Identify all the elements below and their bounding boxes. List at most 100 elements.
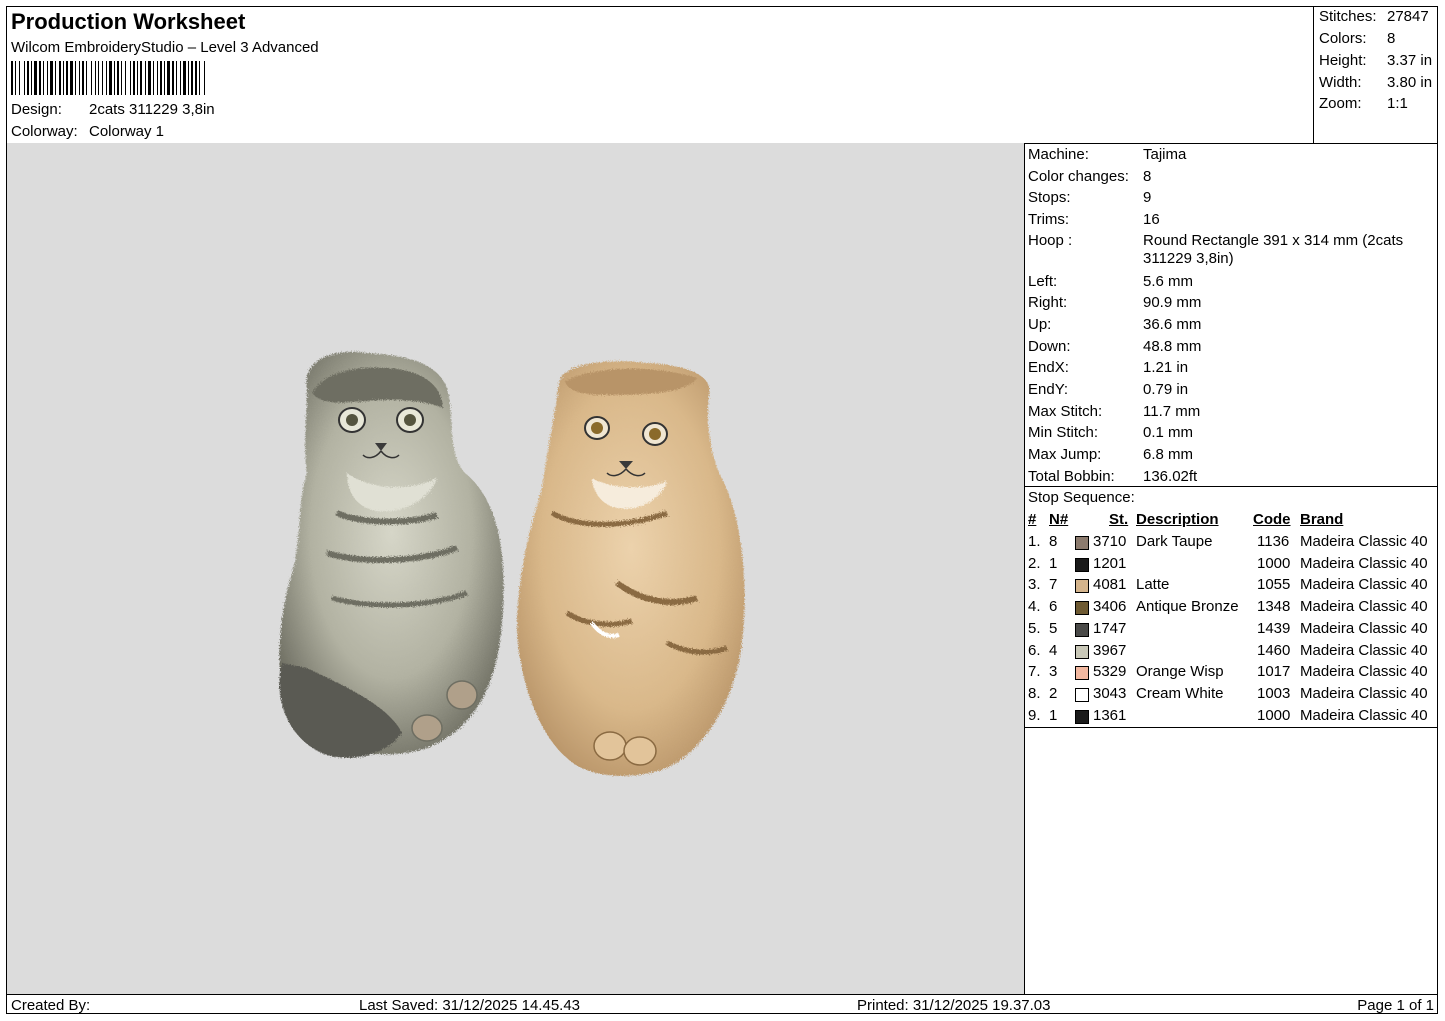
barcode-bar — [19, 61, 20, 95]
stop-num: 3. — [1028, 576, 1041, 594]
barcode-bar — [27, 61, 29, 95]
machine-info-label: Right: — [1028, 294, 1068, 311]
barcode-bar — [176, 61, 177, 95]
thread-number: 1747 — [1093, 619, 1127, 637]
thread-brand: Madeira Classic 40 — [1300, 619, 1428, 637]
machine-info-value: 5.6 mm — [1143, 273, 1194, 290]
thread-color-swatch — [1075, 601, 1089, 616]
needle-num: 2 — [1049, 684, 1058, 702]
page-number: Page 1 of 1 — [1357, 997, 1434, 1014]
stat-label: Height: — [1319, 52, 1367, 69]
stat-zoom: Zoom: 1:1 — [1319, 95, 1437, 115]
thread-description: Cream White — [1136, 684, 1224, 702]
stat-value: 3.37 in — [1387, 52, 1433, 69]
stop-num: 7. — [1028, 663, 1041, 681]
thread-code: 1439 — [1257, 619, 1291, 637]
stop-sequence-row: 9. 1 1361 1000 Madeira Classic 40 — [1025, 707, 1438, 729]
thread-brand: Madeira Classic 40 — [1300, 598, 1428, 616]
thread-code: 1348 — [1257, 598, 1291, 616]
tan-cat-figure — [517, 361, 745, 776]
machine-info-label: Max Stitch: — [1028, 403, 1103, 420]
barcode-bar — [204, 61, 205, 95]
barcode-bar — [34, 61, 37, 95]
barcode — [11, 61, 205, 95]
needle-num: 1 — [1049, 706, 1058, 724]
barcode-bar — [98, 61, 99, 95]
barcode-bar — [102, 61, 103, 95]
thread-color-swatch — [1075, 579, 1089, 594]
stop-sequence-row: 7. 3 5329 Orange Wisp 1017 Madeira Classic 40 — [1025, 663, 1438, 685]
machine-info-label: Stops: — [1028, 189, 1071, 206]
stop-sequence-title: Stop Sequence: — [1028, 489, 1135, 506]
machine-info-value: 8 — [1143, 168, 1152, 185]
col-header-code: Code — [1253, 511, 1291, 528]
barcode-bar — [31, 61, 32, 95]
colorway-value: Colorway 1 — [89, 123, 165, 140]
thread-description: Dark Taupe — [1136, 533, 1213, 550]
thread-color-swatch — [1075, 666, 1089, 681]
barcode-bar — [24, 61, 25, 95]
machine-info-label: Color changes: — [1028, 168, 1129, 185]
stop-num: 9. — [1028, 706, 1041, 724]
machine-info-value: 90.9 mm — [1143, 294, 1202, 311]
barcode-bar — [125, 61, 126, 95]
stat-colors: Colors: 8 — [1319, 30, 1437, 50]
stop-sequence-row: 3. 7 4081 Latte 1055 Madeira Classic 40 — [1025, 576, 1438, 598]
thread-color-swatch — [1075, 644, 1089, 659]
barcode-bar — [55, 61, 56, 95]
needle-num: 8 — [1049, 533, 1058, 550]
machine-info-label: Left: — [1028, 273, 1058, 290]
needle-num: 7 — [1049, 576, 1058, 594]
thread-brand: Madeira Classic 40 — [1300, 533, 1428, 550]
col-header-num: # — [1028, 511, 1037, 528]
barcode-bar — [106, 61, 107, 95]
needle-num: 6 — [1049, 598, 1058, 616]
worksheet-title: Production Worksheet — [11, 9, 246, 34]
barcode-bar — [109, 61, 112, 95]
barcode-bar — [63, 61, 64, 95]
needle-num: 3 — [1049, 663, 1058, 681]
stop-sequence-row: 8. 2 3043 Cream White 1003 Madeira Classic 40 — [1025, 685, 1438, 707]
machine-info-label: Min Stitch: — [1028, 424, 1099, 441]
stat-stitches: Stitches: 27847 — [1319, 8, 1437, 28]
machine-info-value: Round Rectangle 391 x 314 mm (2cats 3112… — [1143, 232, 1404, 267]
machine-info-value: 0.79 in — [1143, 381, 1189, 398]
stat-width: Width: 3.80 in — [1319, 74, 1437, 94]
needle-num: 4 — [1049, 641, 1058, 659]
barcode-bar — [130, 61, 131, 95]
barcode-bar — [79, 61, 80, 95]
barcode-bar — [121, 61, 122, 95]
thread-number: 3406 — [1093, 598, 1127, 616]
stop-num: 2. — [1028, 554, 1041, 572]
barcode-bar — [50, 61, 53, 95]
embroidery-preview-image — [279, 351, 745, 776]
machine-info-label: Trims: — [1028, 211, 1070, 228]
machine-info-value: 6.8 mm — [1143, 446, 1194, 463]
thread-code: 1136 — [1257, 533, 1290, 550]
thread-brand: Madeira Classic 40 — [1300, 706, 1428, 724]
thread-brand: Madeira Classic 40 — [1300, 641, 1428, 659]
barcode-bar — [172, 61, 174, 95]
barcode-bar — [160, 61, 162, 95]
machine-info-value: 9 — [1143, 189, 1152, 206]
machine-info-value: 36.6 mm — [1143, 316, 1202, 333]
thread-brand: Madeira Classic 40 — [1300, 663, 1428, 681]
thread-code: 1003 — [1257, 684, 1291, 702]
design-label: Design: — [11, 101, 62, 118]
stats-box: Stitches: 27847 Colors: 8 Height: 3.37 i… — [1313, 7, 1438, 143]
barcode-bar — [167, 61, 170, 95]
thread-code: 1460 — [1257, 641, 1291, 659]
barcode-bar — [47, 61, 48, 95]
machine-info-value: 1.21 in — [1143, 359, 1189, 376]
thread-number: 5329 — [1093, 663, 1127, 681]
barcode-bar — [82, 61, 84, 95]
software-name: Wilcom EmbroideryStudio – Level 3 Advanc… — [11, 39, 319, 56]
barcode-bar — [91, 61, 92, 95]
machine-info-value: 136.02ft — [1143, 468, 1198, 485]
machine-info-label: Up: — [1028, 316, 1052, 333]
thread-color-swatch — [1075, 536, 1089, 550]
barcode-bar — [75, 61, 76, 95]
machine-info-label: Total Bobbin: — [1028, 468, 1115, 485]
thread-number: 3967 — [1093, 641, 1127, 659]
machine-info-value: 48.8 mm — [1143, 338, 1202, 355]
